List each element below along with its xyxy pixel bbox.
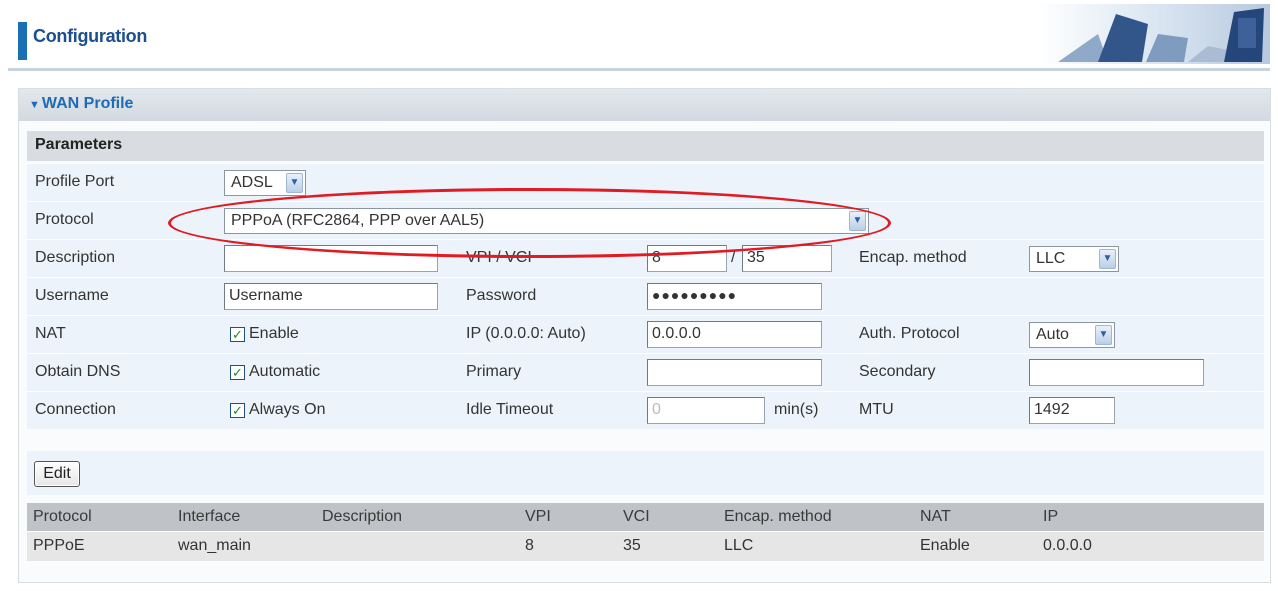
header-divider [8,68,1270,71]
description-input[interactable] [224,245,438,272]
auth-protocol-select[interactable]: Auto ▼ [1029,322,1115,348]
encap-method-value: LLC [1036,250,1066,267]
column-header-interface: Interface [178,508,241,525]
chevron-down-icon: ▼ [1099,249,1116,269]
row-connection: Connection ✓ Always On Idle Timeout 0 mi… [27,391,1264,429]
edit-button[interactable]: Edit [34,461,80,487]
cell-protocol: PPPoE [33,537,85,554]
vpi-vci-separator: / [731,249,736,266]
column-header-ip: IP [1043,508,1059,525]
header-accent-bar [18,22,27,60]
nat-label: NAT [35,325,66,342]
username-input[interactable]: Username [224,283,438,310]
row-username: Username Username Password ●●●●●●●●● [27,277,1264,315]
always-on-label: Always On [249,401,326,418]
column-header-description: Description [322,508,403,525]
chevron-down-icon: ▼ [849,211,866,231]
page-title: Configuration [33,26,148,46]
column-header-nat: NAT [920,508,951,525]
column-header-encap-method: Encap. method [724,508,832,525]
vpi-vci-label: VPI / VCI [466,249,532,266]
idle-timeout-unit: min(s) [774,401,819,418]
row-description: Description VPI / VCI 8 / 35 Encap. meth… [27,239,1264,277]
vci-input[interactable]: 35 [742,245,832,272]
mtu-input[interactable]: 1492 [1029,397,1115,424]
parameters-title: Parameters [35,136,123,153]
protocol-value: PPPoA (RFC2864, PPP over AAL5) [231,212,485,229]
profile-table-header: Protocol Interface Description VPI VCI E… [27,503,1264,531]
ip-input[interactable]: 0.0.0.0 [647,321,822,348]
wan-profile-header[interactable]: ▼ WAN Profile [19,89,1270,121]
protocol-select[interactable]: PPPoA (RFC2864, PPP over AAL5) ▼ [224,208,869,234]
chevron-down-icon: ▼ [286,173,303,193]
obtain-dns-checkbox[interactable]: ✓ [230,365,245,380]
column-header-protocol: Protocol [33,508,92,525]
idle-timeout-input[interactable]: 0 [647,397,765,424]
column-header-vci: VCI [623,508,650,525]
cell-vpi: 8 [525,537,534,554]
parameters-header: Parameters [27,131,1264,161]
always-on-checkbox[interactable]: ✓ [230,403,245,418]
protocol-label: Protocol [35,211,94,228]
password-label: Password [466,287,537,304]
encap-method-select[interactable]: LLC ▼ [1029,246,1119,272]
primary-dns-label: Primary [466,363,522,380]
cell-nat: Enable [920,537,970,554]
profile-port-value: ADSL [231,174,273,191]
encap-method-label: Encap. method [859,249,967,266]
profile-port-select[interactable]: ADSL ▼ [224,170,306,196]
section-title: ▼ WAN Profile [29,95,133,113]
obtain-dns-checkbox-label: Automatic [249,363,321,380]
cell-ip: 0.0.0.0 [1043,537,1092,554]
ip-label: IP (0.0.0.0: Auto) [466,325,586,342]
triangle-down-icon: ▼ [29,99,40,111]
chevron-down-icon: ▼ [1095,325,1112,345]
idle-timeout-label: Idle Timeout [466,401,554,418]
cell-interface: wan_main [178,537,251,554]
section-title-text: WAN Profile [41,95,134,112]
username-label: Username [35,287,109,304]
edit-button-row: Edit [27,451,1264,495]
row-obtain-dns: Obtain DNS ✓ Automatic Primary Secondary [27,353,1264,391]
description-label: Description [35,249,116,266]
nat-enable-label: Enable [249,325,299,342]
header-banner-image [1038,4,1270,64]
auth-protocol-value: Auto [1036,326,1069,343]
cell-encap-method: LLC [724,537,754,554]
wan-profile-panel: ▼ WAN Profile Parameters Profile Port ADS… [18,88,1271,583]
profile-port-label: Profile Port [35,173,115,190]
table-row[interactable]: PPPoE wan_main 8 35 LLC Enable 0.0.0.0 [27,531,1264,561]
password-input[interactable]: ●●●●●●●●● [647,283,822,310]
connection-label: Connection [35,401,116,418]
row-profile-port: Profile Port ADSL ▼ [27,163,1264,201]
nat-enable-checkbox[interactable]: ✓ [230,327,245,342]
row-nat: NAT ✓ Enable IP (0.0.0.0: Auto) 0.0.0.0 … [27,315,1264,353]
primary-dns-input[interactable] [647,359,822,386]
page-header: Configuration [8,0,1270,72]
auth-protocol-label: Auth. Protocol [859,325,960,342]
mtu-label: MTU [859,401,894,418]
vpi-input[interactable]: 8 [647,245,727,272]
row-protocol: Protocol PPPoA (RFC2864, PPP over AAL5) … [27,201,1264,239]
column-header-vpi: VPI [525,508,551,525]
secondary-dns-label: Secondary [859,363,936,380]
obtain-dns-label: Obtain DNS [35,363,121,380]
cell-vci: 35 [623,537,641,554]
secondary-dns-input[interactable] [1029,359,1204,386]
